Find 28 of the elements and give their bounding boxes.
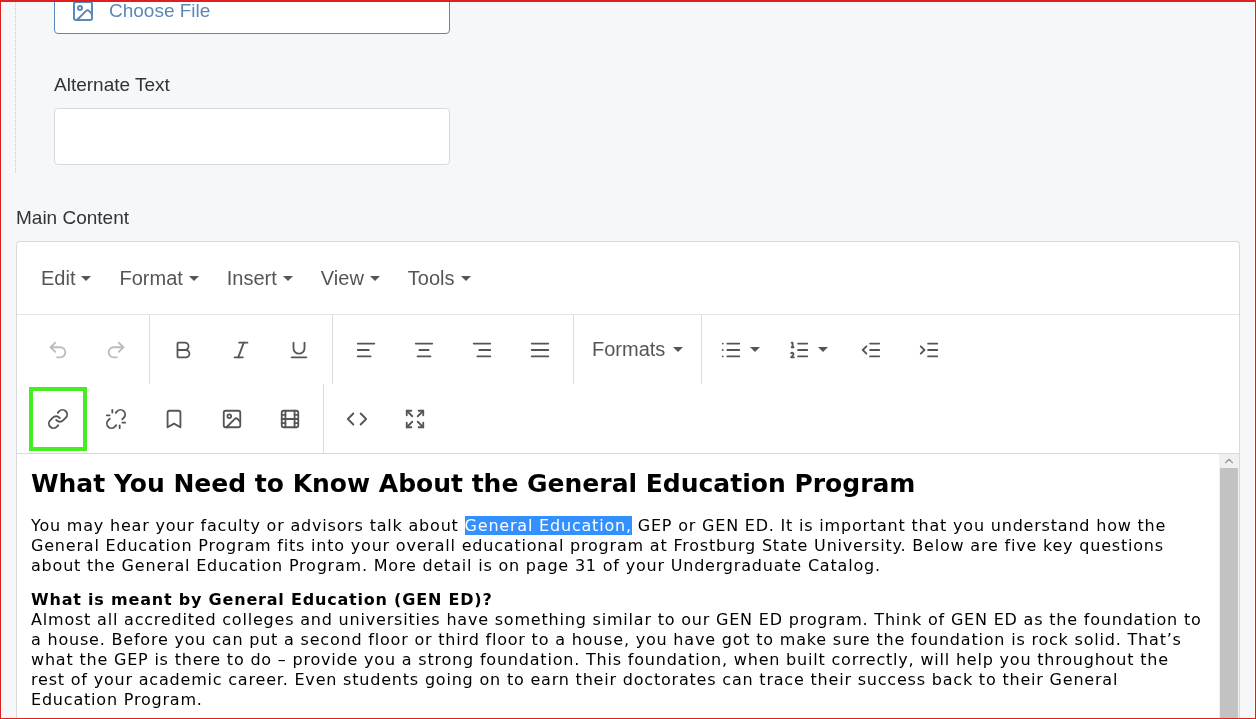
caret-icon	[673, 347, 684, 352]
field-label: Alternate Text	[54, 74, 171, 96]
link-icon	[47, 407, 69, 430]
caret-icon	[282, 275, 293, 281]
question-heading: What is meant by General Education (GEN ED)?	[31, 590, 494, 610]
menu-item[interactable]: Insert	[212, 266, 307, 290]
caret-icon	[750, 347, 761, 352]
link-button[interactable]	[29, 386, 87, 451]
menu-item[interactable]: Tools	[393, 266, 485, 290]
paragraph: Almost all accredited colleges and universities have something similar to our GEN ED program. Think of GEN ED as the foundation to a house. Before you can put a second floor or third floor to a house, you have got to make sure the foundation is rock solid. That’s what the GEP is there to do – provide you a strong foundation. This foundation, when built correctly, will help you throughout the rest of your academic career. Even students going on to earn their doctorates can trace their success back to their General Education Program.	[31, 610, 1203, 710]
menu-item[interactable]: Format	[105, 266, 213, 290]
caret-icon	[460, 275, 471, 281]
caret-icon	[818, 347, 829, 352]
menu-item[interactable]: View	[306, 266, 394, 290]
document-heading: What You Need to Know About the General Education Program	[31, 468, 917, 500]
broken-link-icon	[105, 407, 127, 430]
alternate-text-field[interactable]	[54, 108, 450, 165]
image-icon	[71, 2, 95, 23]
image-icon	[221, 407, 243, 430]
choose-file-button[interactable]: Choose File	[54, 2, 450, 34]
fullscreen-icon	[404, 407, 426, 430]
field-label: Main Content	[16, 207, 129, 228]
caret-icon	[369, 275, 380, 281]
caret-icon	[81, 275, 92, 281]
menu-item[interactable]: Edit	[27, 266, 106, 290]
paragraph: You may hear your faculty or advisors talk about General Education, GEP or GEN ED. It is important that you understand how the General Education Program fits into your overall educational program at Frostburg State University. Below are five key questions about the General Education Program. More detail is on page 31 of your Undergraduate Catalog.	[31, 516, 1168, 576]
caret-icon	[188, 275, 199, 281]
film-icon	[279, 407, 301, 430]
